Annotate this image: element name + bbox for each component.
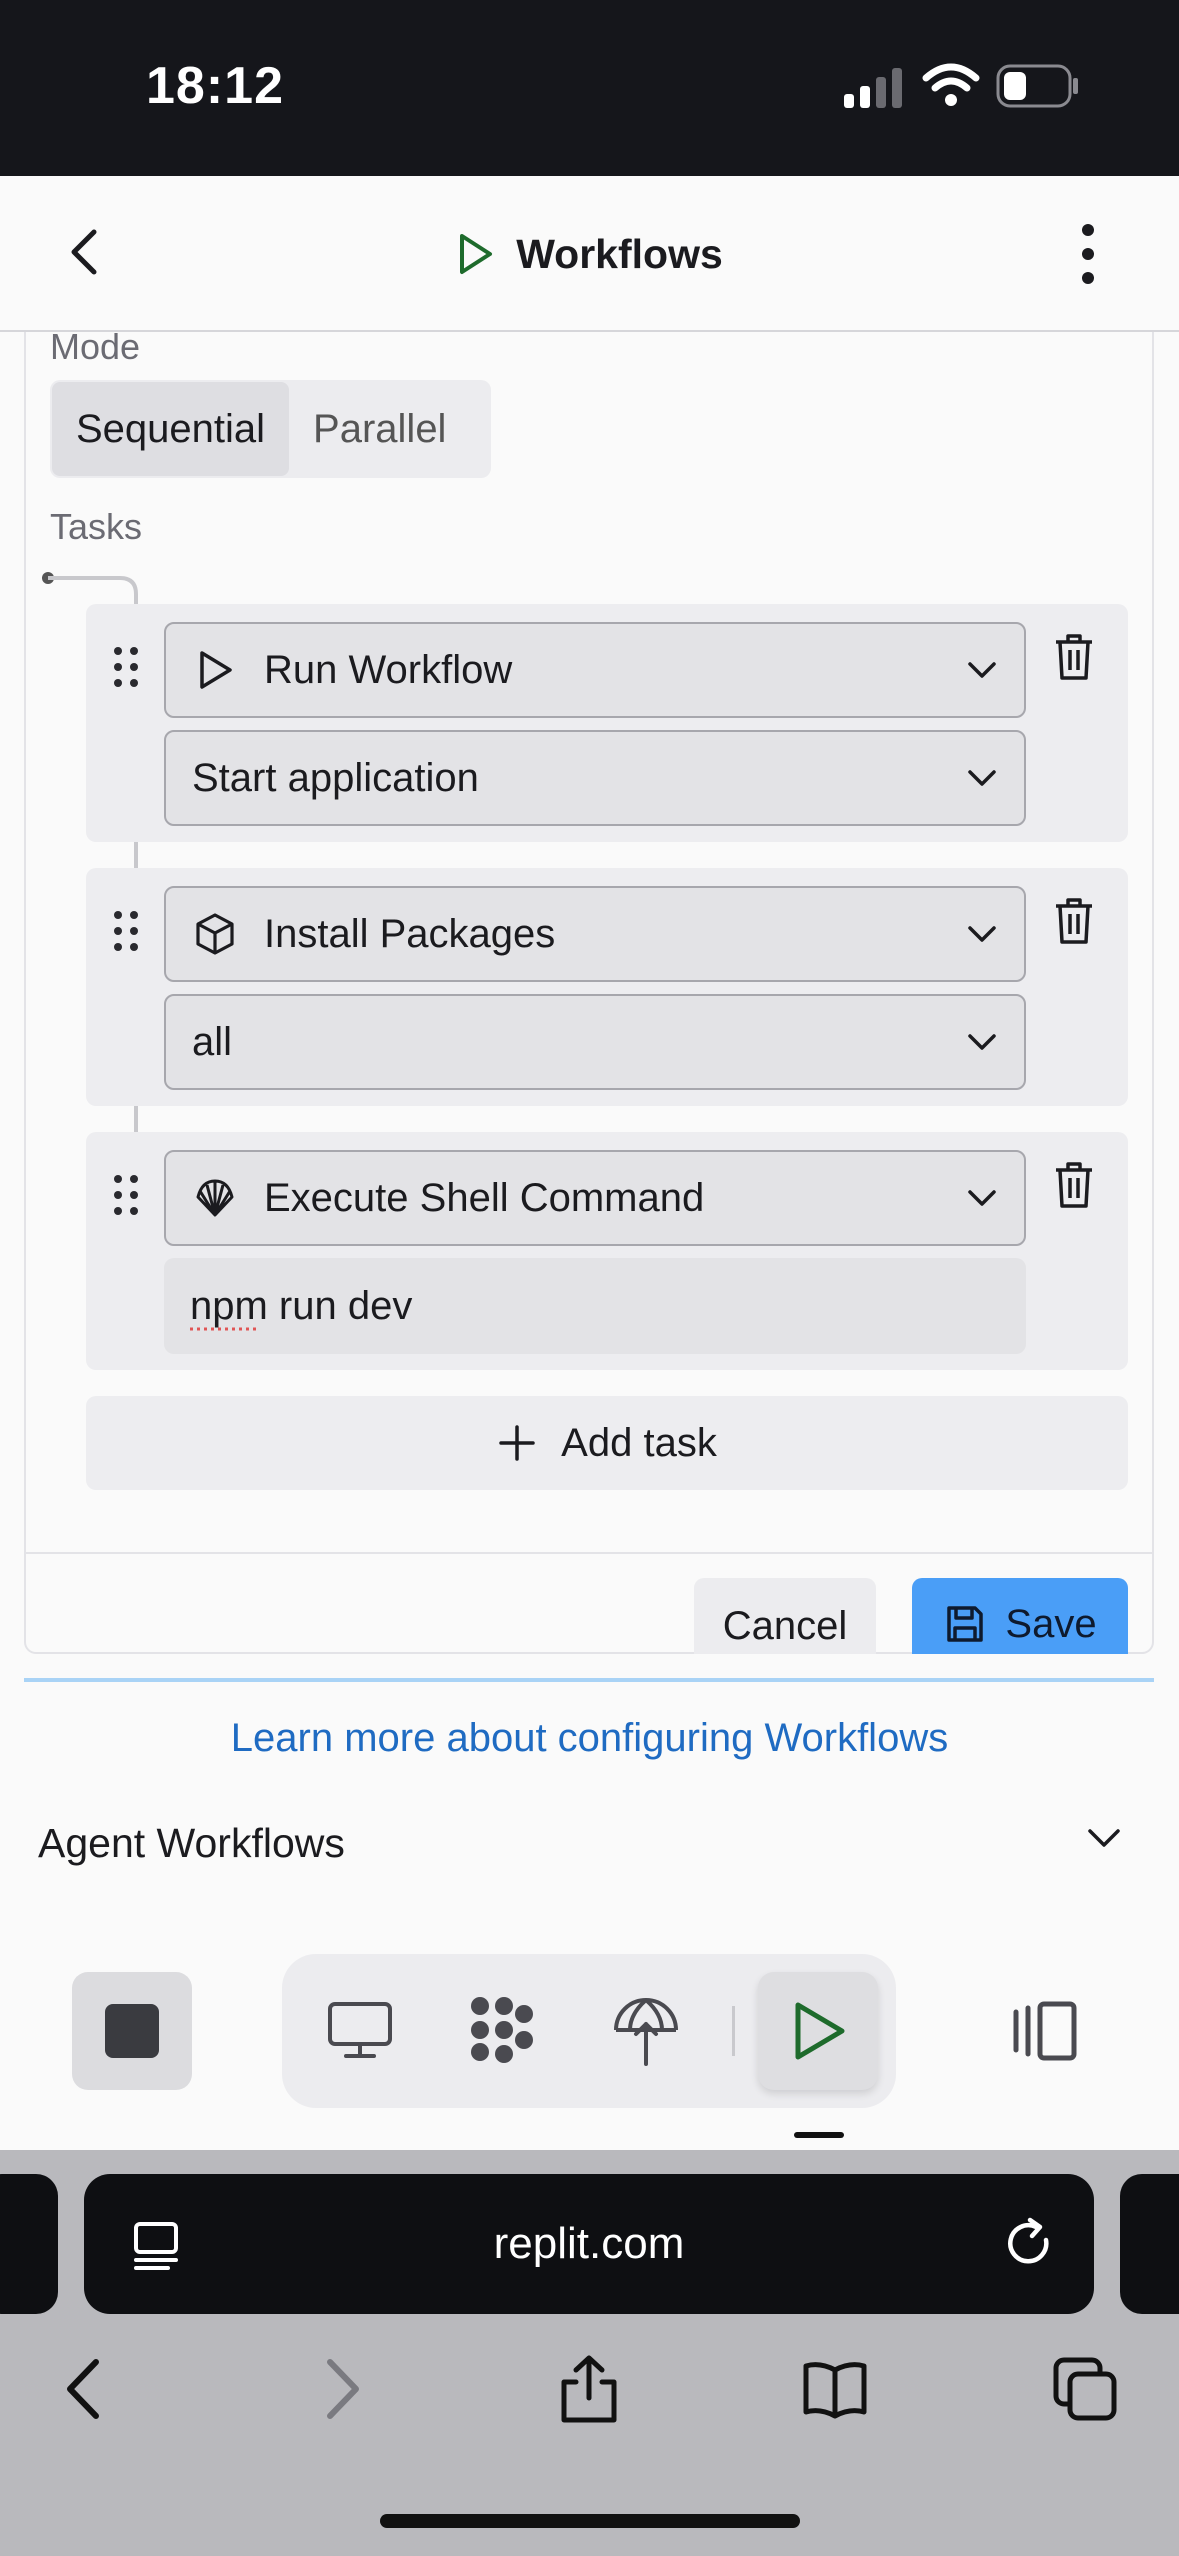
panel-switch-icon[interactable]	[1010, 1998, 1080, 2064]
play-icon	[200, 651, 232, 689]
share-icon[interactable]	[554, 2354, 624, 2424]
chevron-down-icon	[968, 662, 996, 678]
browser-forward-icon[interactable]	[304, 2354, 374, 2424]
mode-option-parallel[interactable]: Parallel	[289, 382, 470, 476]
previous-tab-preview[interactable]	[0, 2174, 58, 2314]
tabs-icon[interactable]	[1050, 2354, 1120, 2424]
learn-more-link[interactable]: Learn more about configuring Workflows	[0, 1716, 1179, 1761]
drag-handle-icon[interactable]	[108, 908, 144, 954]
floppy-disk-icon	[947, 1606, 984, 1642]
add-task-button[interactable]: Add task	[86, 1396, 1128, 1490]
page-menu-icon[interactable]	[128, 2216, 184, 2272]
agent-workflows-header[interactable]: Agent Workflows	[38, 1820, 345, 1867]
tasks-label: Tasks	[50, 506, 143, 547]
task-tree-line	[134, 1106, 138, 1132]
form-footer-divider	[26, 1552, 1152, 1554]
app-header: Workflows	[0, 176, 1179, 332]
toolbar-separator	[732, 2006, 735, 2056]
stop-button[interactable]	[72, 1972, 192, 2090]
workflow-select-value: Start application	[192, 755, 479, 800]
shell-icon	[196, 1179, 234, 1217]
drag-handle-icon[interactable]	[108, 1172, 144, 1218]
header-title-group: Workflows	[0, 176, 1179, 332]
chevron-left-icon[interactable]	[58, 224, 114, 280]
save-button[interactable]: Save	[912, 1578, 1128, 1654]
save-label: Save	[1005, 1602, 1097, 1646]
plus-icon	[499, 1425, 535, 1461]
deploy-globe-icon[interactable]	[608, 1992, 684, 2068]
chevron-down-icon[interactable]	[1084, 1818, 1124, 1858]
mode-segmented-control: Sequential Parallel	[50, 380, 491, 478]
drag-handle-icon[interactable]	[108, 644, 144, 690]
stop-icon	[105, 2004, 159, 2058]
cellular-signal-icon	[844, 68, 902, 108]
home-indicator	[380, 2514, 800, 2528]
package-icon	[196, 913, 234, 955]
run-tool-button[interactable]	[758, 1972, 878, 2090]
add-task-label: Add task	[561, 1420, 717, 1465]
wifi-icon	[922, 63, 980, 106]
page-title: Workflows	[516, 230, 723, 277]
monitor-icon[interactable]	[322, 1992, 398, 2068]
spellcheck-underline	[190, 1327, 260, 1331]
section-divider	[24, 1678, 1154, 1682]
trash-icon[interactable]	[1052, 1160, 1096, 1210]
chevron-down-icon	[968, 770, 996, 786]
address-bar[interactable]: replit.com	[84, 2174, 1094, 2314]
status-bar: 18:12	[0, 0, 1179, 176]
browser-back-icon[interactable]	[52, 2354, 122, 2424]
cancel-button[interactable]: Cancel	[694, 1578, 876, 1654]
task-card: Execute Shell Command npm run dev	[86, 1132, 1128, 1370]
task-type-label: Install Packages	[264, 911, 556, 956]
task-type-label: Execute Shell Command	[264, 1175, 705, 1220]
task-card: Run Workflow Start application	[86, 604, 1128, 842]
package-scope-select[interactable]: all	[164, 994, 1026, 1090]
bookmarks-icon[interactable]	[800, 2354, 870, 2424]
battery-icon	[996, 64, 1078, 108]
trash-icon[interactable]	[1052, 632, 1096, 682]
task-type-select[interactable]: Install Packages	[164, 886, 1026, 982]
cancel-label: Cancel	[722, 1604, 848, 1648]
drag-indicator	[794, 2132, 844, 2138]
trash-icon[interactable]	[1052, 896, 1096, 946]
task-type-label: Run Workflow	[264, 647, 513, 692]
chevron-down-icon	[968, 926, 996, 942]
mode-option-sequential[interactable]: Sequential	[52, 382, 290, 476]
mode-label: Mode	[50, 326, 141, 367]
url-text: replit.com	[493, 2219, 685, 2268]
status-time: 18:12	[146, 57, 284, 115]
task-card: Install Packages all	[86, 868, 1128, 1106]
packages-grid-icon[interactable]	[464, 1992, 540, 2068]
play-icon	[460, 234, 493, 274]
reload-icon[interactable]	[1000, 2214, 1058, 2272]
task-tree-line	[134, 842, 138, 868]
workflow-select[interactable]: Start application	[164, 730, 1026, 826]
kebab-menu-icon[interactable]	[1066, 220, 1110, 288]
task-type-select[interactable]: Execute Shell Command	[164, 1150, 1026, 1246]
shell-command-value: npm run dev	[190, 1283, 413, 1328]
shell-command-input[interactable]: npm run dev	[164, 1258, 1026, 1354]
chevron-down-icon	[968, 1190, 996, 1206]
package-scope-value: all	[192, 1019, 233, 1064]
next-tab-preview[interactable]	[1120, 2174, 1179, 2314]
chevron-down-icon	[968, 1034, 996, 1050]
task-type-select[interactable]: Run Workflow	[164, 622, 1026, 718]
play-icon	[795, 2002, 845, 2060]
